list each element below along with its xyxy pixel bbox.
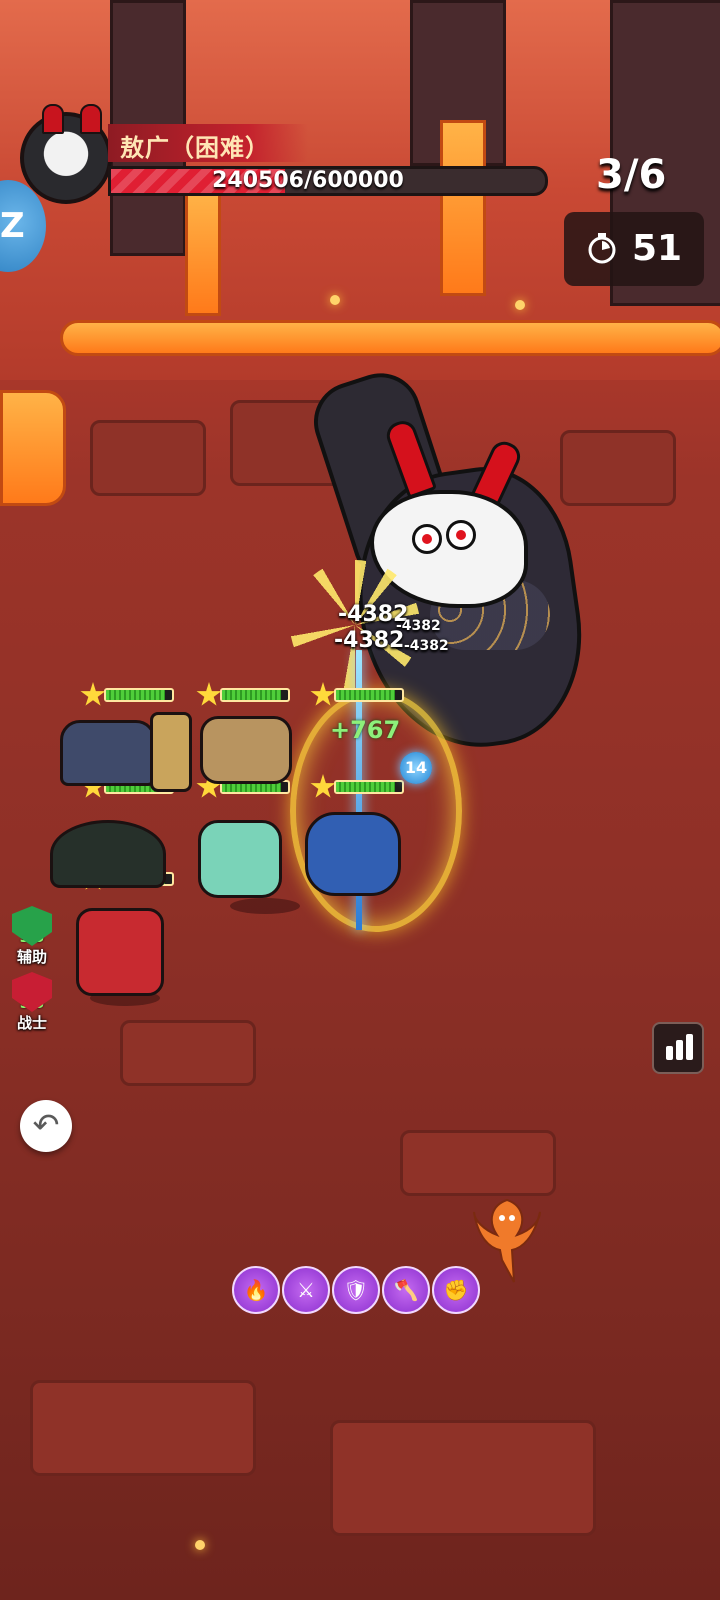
hero-hp-bar — [196, 682, 292, 706]
stats-button[interactable] — [652, 1022, 704, 1074]
lava-stream — [185, 190, 221, 316]
hero-shield — [150, 712, 192, 792]
hero-monk[interactable] — [200, 716, 292, 784]
bar-chart-icon — [676, 1040, 683, 1060]
heal-number: +767 — [330, 716, 401, 744]
hero-hp-bar — [310, 682, 406, 706]
floor-tile — [560, 430, 676, 506]
wave-counter: 3/6 — [596, 152, 667, 198]
phoenix-pet[interactable] — [472, 1190, 542, 1290]
hero-straw-hat[interactable] — [50, 820, 166, 888]
damage-number: -4382 — [404, 638, 449, 654]
role-label: 辅助 — [16, 948, 47, 966]
hero-hp-fill — [336, 782, 396, 792]
boss-eye — [446, 520, 476, 550]
crossed-swords-skill-icon[interactable]: ⚔ — [282, 1266, 330, 1314]
shield-skill-icon[interactable]: 🛡 — [332, 1266, 380, 1314]
hero-armored-warrior[interactable] — [60, 720, 156, 786]
role-badge-support: 3/5 辅助 — [10, 906, 54, 967]
hero-shadow — [230, 898, 300, 914]
bar-chart-icon — [686, 1034, 693, 1060]
boss-name: 敖广（困难） — [120, 134, 270, 162]
floor-tile — [120, 1020, 256, 1086]
hero-hp-bar — [310, 774, 406, 798]
role-label: 战士 — [16, 1014, 47, 1032]
side-bubble-glyph: Z — [0, 206, 25, 246]
skill-glyph: ⚔ — [297, 1278, 315, 1302]
hero-spirit-girl[interactable] — [198, 820, 282, 898]
boss-portrait — [20, 104, 112, 204]
hero-hp-fill — [106, 690, 166, 700]
stopwatch-icon — [588, 233, 616, 264]
lava-pool — [0, 390, 66, 506]
boss-horn-icon — [42, 104, 64, 134]
hero-hp-bar — [80, 682, 176, 706]
hero-blue-knight[interactable] — [305, 812, 401, 896]
ember — [330, 295, 340, 305]
back-button[interactable]: ↶ — [20, 1100, 72, 1152]
boss-horn-icon — [80, 104, 102, 134]
hero-red-swordsman[interactable] — [76, 908, 164, 996]
skill-glyph: ✊ — [443, 1278, 469, 1302]
star-icon — [80, 682, 106, 706]
skill-glyph: 🔥 — [243, 1278, 269, 1302]
boss-hp-text: 240506/600000 — [212, 168, 404, 193]
role-badge-warrior: 5/5 战士 — [10, 972, 54, 1033]
boss-eye — [412, 524, 442, 554]
floor-tile — [400, 1130, 556, 1196]
damage-number: -4382 — [334, 628, 405, 653]
star-icon — [310, 774, 336, 798]
floor-tile — [30, 1380, 256, 1476]
hero-hp-fill — [336, 690, 396, 700]
energy-badge-value: 14 — [404, 758, 428, 777]
floor-tile — [90, 420, 206, 496]
lava-stream — [440, 120, 486, 296]
ember — [515, 300, 525, 310]
lava-river — [60, 320, 720, 356]
damage-number: -4382 — [396, 618, 441, 634]
star-icon — [196, 682, 222, 706]
timer-value: 51 — [632, 228, 683, 269]
fire-skill-icon[interactable]: 🔥 — [232, 1266, 280, 1314]
back-arrow-icon: ↶ — [32, 1106, 60, 1144]
bar-chart-icon — [666, 1046, 673, 1060]
hero-hp-fill — [222, 690, 282, 700]
energy-badge: 14 — [400, 752, 432, 784]
star-icon — [310, 682, 336, 706]
floor-tile — [330, 1420, 596, 1536]
skill-glyph: 🪓 — [393, 1278, 419, 1302]
axe-skill-icon[interactable]: 🪓 — [382, 1266, 430, 1314]
ember — [195, 1540, 205, 1550]
skill-bar: 🔥 ⚔ 🛡 🪓 ✊ — [232, 1266, 480, 1314]
skill-glyph: 🛡 — [343, 1278, 369, 1302]
